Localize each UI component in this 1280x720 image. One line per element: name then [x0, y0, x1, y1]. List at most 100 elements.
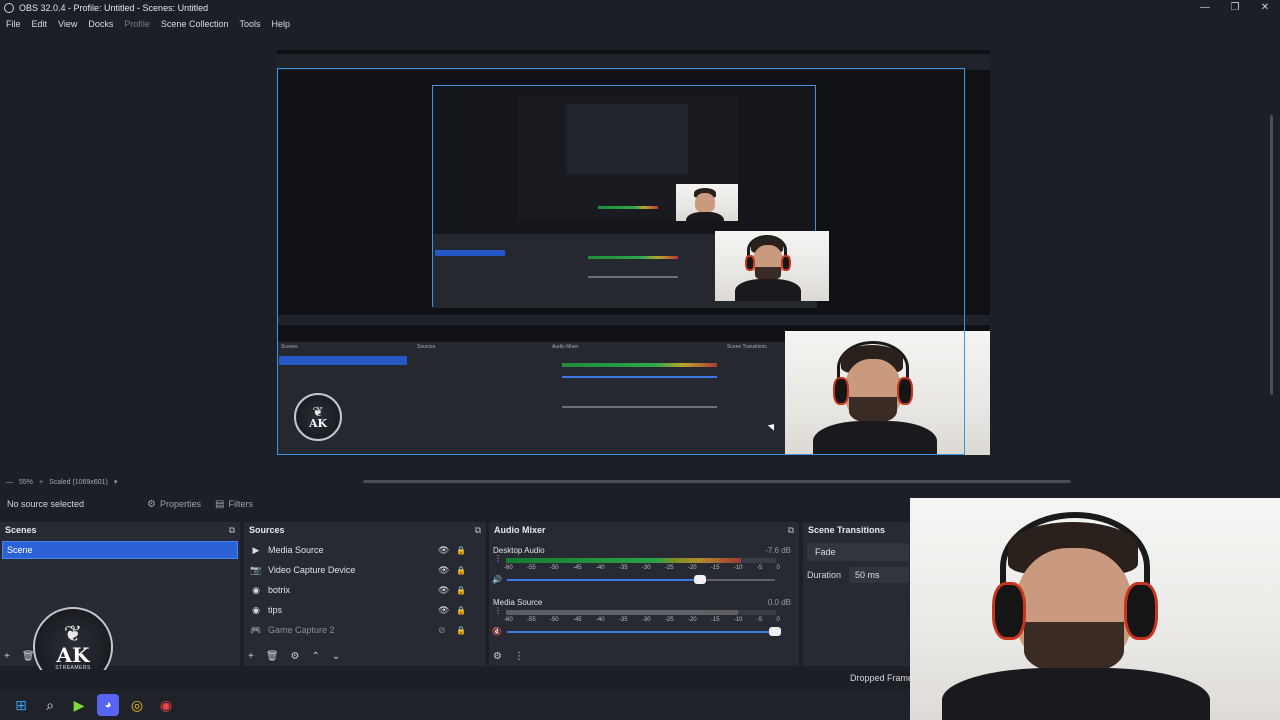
duration-input[interactable]: 50 ms — [849, 567, 909, 583]
scale-dropdown-icon[interactable]: ▾ — [114, 478, 118, 486]
meter-tick-label: -10 — [733, 565, 743, 571]
transition-select[interactable]: Fade — [807, 543, 909, 561]
mixer-menu-icon[interactable]: ⋮ — [514, 651, 524, 662]
source-row-botrix[interactable]: ◉ botrix 👁 🔒 — [244, 580, 486, 600]
preview-vertical-scrollbar[interactable] — [1270, 115, 1273, 395]
windows-start-icon[interactable]: ⊞ — [10, 694, 32, 716]
meter-scale: -60 -55 -50 -45 -40 -35 -30 -25 -20 -15 -10 -5 0 — [504, 617, 780, 623]
mixer-channel-desktop-audio: Desktop Audio -7.6 dB ⋮ -60 -55 -50 -45 -40-… — [489, 546, 799, 598]
source-row-video-capture[interactable]: 📷 Video Capture Device 👁 🔒 — [244, 560, 486, 580]
source-row-tips[interactable]: ◉ tips 👁 🔒 — [244, 600, 486, 620]
meter-tick-label: -30 — [641, 617, 651, 623]
lock-icon[interactable]: 🔒 — [456, 546, 466, 555]
obs-taskbar-icon[interactable]: ◉ — [155, 694, 177, 716]
move-down-button[interactable]: ⌄ — [332, 651, 340, 662]
move-up-button[interactable]: ⌃ — [312, 651, 320, 662]
search-icon[interactable]: ⌕ — [39, 694, 61, 716]
meter-tick-label: -45 — [572, 617, 582, 623]
globe-icon: ◉ — [252, 604, 260, 615]
menu-file[interactable]: File — [6, 19, 21, 29]
source-properties-gear-icon[interactable]: ⚙ — [291, 651, 300, 662]
scale-mode[interactable]: Scaled (1069x601) — [49, 479, 108, 486]
remove-source-button[interactable]: 🗑 — [266, 651, 279, 662]
minimize-button[interactable]: — — [1190, 0, 1220, 16]
visibility-eye-icon[interactable]: 👁 — [438, 585, 449, 596]
menu-help[interactable]: Help — [271, 19, 290, 29]
volume-slider-knob[interactable] — [769, 627, 781, 636]
menu-tools[interactable]: Tools — [239, 19, 260, 29]
hidden-eye-icon[interactable]: ⊘ — [438, 625, 446, 636]
meter-tick-label: -40 — [595, 617, 605, 623]
lock-icon[interactable]: 🔒 — [456, 566, 466, 575]
preview-horizontal-scrollbar[interactable] — [363, 480, 1071, 483]
scene-item[interactable]: Scene — [2, 541, 238, 559]
maximize-button[interactable]: ❐ — [1220, 0, 1250, 16]
discord-icon[interactable]: ◕ — [97, 694, 119, 716]
menu-docks[interactable]: Docks — [88, 19, 113, 29]
menu-view[interactable]: View — [58, 19, 77, 29]
zoom-minus-button[interactable]: — — [6, 479, 13, 486]
lock-icon[interactable]: 🔒 — [456, 586, 466, 595]
meter-tick-label: -15 — [710, 617, 720, 623]
transitions-title: Scene Transitions — [808, 525, 886, 535]
volume-meter-fill — [506, 558, 741, 563]
webcam-overlay — [910, 498, 1280, 720]
scenes-dock-float-icon[interactable]: ⧉ — [229, 525, 235, 536]
meter-tick-label: -45 — [572, 565, 582, 571]
sources-dock-float-icon[interactable]: ⧉ — [475, 525, 481, 536]
visibility-eye-icon[interactable]: 👁 — [438, 545, 449, 556]
add-scene-button[interactable]: + — [4, 651, 10, 662]
volume-meter — [506, 610, 776, 615]
phoenix-icon: ❦ — [63, 621, 83, 646]
window-title: OBS 32.0.4 - Profile: Untitled - Scenes:… — [19, 3, 209, 13]
menu-profile[interactable]: Profile — [124, 19, 150, 29]
channel-db: 0.0 dB — [767, 598, 791, 607]
channel-menu-icon[interactable]: ⋮ — [494, 555, 502, 563]
lock-icon[interactable]: 🔒 — [456, 606, 466, 615]
volume-slider-fill — [507, 631, 775, 633]
filters-button[interactable]: ▤ Filters — [215, 499, 253, 510]
volume-slider-knob[interactable] — [694, 575, 706, 584]
source-name: tips — [268, 605, 283, 615]
gear-icon: ⚙ — [147, 498, 156, 510]
camera-icon: 📷 — [250, 564, 262, 575]
properties-button[interactable]: ⚙ Properties — [147, 499, 201, 510]
zoom-level: 55% — [19, 478, 34, 486]
menu-scene-collection[interactable]: Scene Collection — [161, 19, 229, 29]
window-controls: — ❐ ✕ — [1190, 0, 1280, 16]
visibility-eye-icon[interactable]: 👁 — [438, 565, 449, 576]
meter-tick-label: 0 — [776, 565, 780, 571]
dropped-frames-status: Dropped Frame — [850, 673, 914, 683]
add-source-button[interactable]: + — [248, 651, 254, 662]
visibility-eye-icon[interactable]: 👁 — [438, 605, 449, 616]
mixer-dock-float-icon[interactable]: ⧉ — [788, 525, 794, 536]
zoom-plus-button[interactable]: + — [39, 479, 43, 486]
meter-tick-label: -25 — [664, 617, 674, 623]
mixer-channel-media-source: Media Source 0.0 dB ⋮ -60 -55 -50 -45 -40 -35… — [489, 598, 799, 650]
advanced-audio-gear-icon[interactable]: ⚙ — [493, 651, 502, 662]
sources-footer: + 🗑 ⚙ ⌃ ⌄ — [248, 651, 352, 662]
source-name: Video Capture Device — [268, 565, 356, 575]
source-toolbar: No source selected ⚙ Properties ▤ Filter… — [0, 493, 910, 515]
globe-icon: ◉ — [252, 584, 260, 595]
speaker-icon[interactable]: 🔊 — [492, 575, 502, 584]
scene-transitions-dock: Scene Transitions Fade Duration 50 ms — [803, 522, 913, 666]
source-row-media-source[interactable]: ▶ Media Source 👁 🔒 — [244, 540, 486, 560]
chrome-icon[interactable]: ◎ — [126, 694, 148, 716]
volume-meter-fill — [506, 610, 739, 615]
meter-tick-label: -35 — [618, 617, 628, 623]
muted-speaker-icon[interactable]: 🔇 — [492, 627, 502, 636]
menu-edit[interactable]: Edit — [32, 19, 48, 29]
source-row-game-capture-2[interactable]: 🎮 Game Capture 2 ⊘ 🔒 — [244, 620, 486, 640]
scenes-title: Scenes — [5, 525, 37, 535]
close-button[interactable]: ✕ — [1250, 0, 1280, 16]
properties-label: Properties — [159, 499, 201, 509]
channel-menu-icon[interactable]: ⋮ — [494, 607, 502, 615]
media-player-icon[interactable]: ▶ — [68, 694, 90, 716]
duration-row: Duration 50 ms — [807, 567, 909, 583]
meter-tick-label: -10 — [733, 617, 743, 623]
selected-source-bounds[interactable] — [277, 68, 965, 455]
lock-icon[interactable]: 🔒 — [456, 626, 466, 635]
meter-tick-label: -40 — [595, 565, 605, 571]
scenes-header: Scenes ⧉ — [0, 522, 240, 538]
